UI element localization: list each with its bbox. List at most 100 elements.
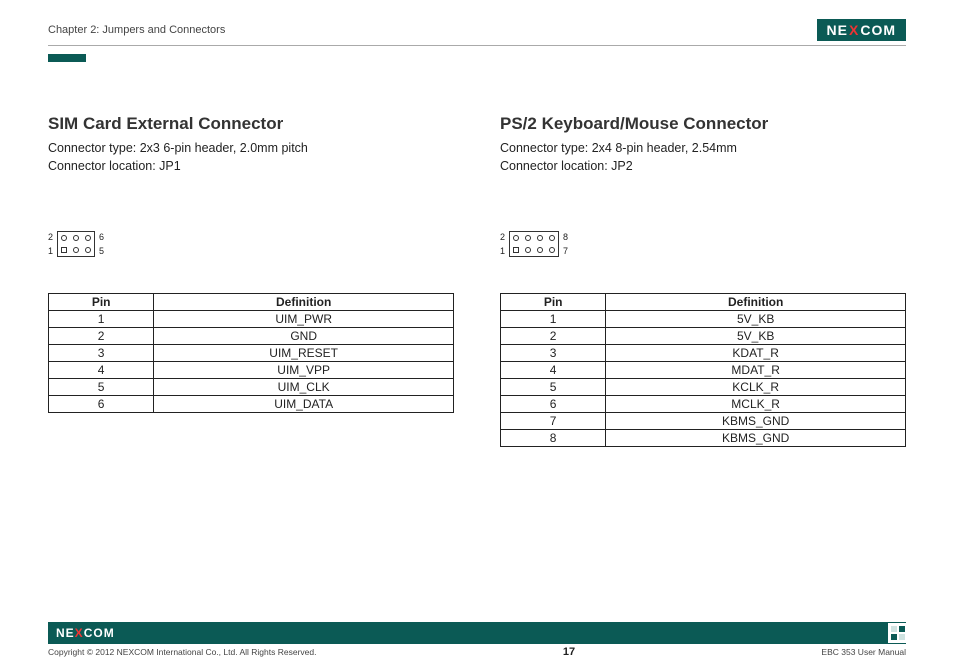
- pin-1-square-icon: [61, 247, 67, 253]
- definition-cell: GND: [154, 328, 454, 345]
- pin-cell: 6: [501, 396, 606, 413]
- logo-post: COM: [84, 626, 115, 640]
- ps2-connector-type: Connector type: 2x4 8-pin header, 2.54mm: [500, 140, 906, 158]
- pin-cell: 4: [49, 362, 154, 379]
- pin-cell: [82, 232, 94, 244]
- ps2-connector-title: PS/2 Keyboard/Mouse Connector: [500, 114, 906, 134]
- definition-cell: KCLK_R: [606, 379, 906, 396]
- sim-connector-title: SIM Card External Connector: [48, 114, 454, 134]
- table-row: 5UIM_CLK: [49, 379, 454, 396]
- table-header-def: Definition: [606, 294, 906, 311]
- pin-circle-icon: [537, 235, 543, 241]
- pin-cell: [522, 244, 534, 256]
- sim-pin-table: Pin Definition 1UIM_PWR2GND3UIM_RESET4UI…: [48, 293, 454, 413]
- chapter-title: Chapter 2: Jumpers and Connectors: [48, 24, 225, 36]
- nexcom-logo: NEXCOM: [817, 19, 906, 41]
- table-header-pin: Pin: [501, 294, 606, 311]
- sim-connector-type: Connector type: 2x3 6-pin header, 2.0mm …: [48, 140, 454, 158]
- diagram-label: 5: [99, 246, 104, 256]
- table-row: 4UIM_VPP: [49, 362, 454, 379]
- pin-cell: 4: [501, 362, 606, 379]
- pin-cell: 1: [501, 311, 606, 328]
- pin-cell: [546, 232, 558, 244]
- diagram-label: 7: [563, 246, 568, 256]
- diagram-label: 8: [563, 232, 568, 242]
- pin-circle-icon: [549, 235, 555, 241]
- pin-circle-icon: [73, 247, 79, 253]
- definition-cell: 5V_KB: [606, 328, 906, 345]
- pin-cell: 2: [49, 328, 154, 345]
- pin-circle-icon: [525, 247, 531, 253]
- footer-decoration: [888, 622, 908, 644]
- definition-cell: 5V_KB: [606, 311, 906, 328]
- diagram-label: 2: [500, 232, 505, 242]
- table-row: 1UIM_PWR: [49, 311, 454, 328]
- pin-cell: [510, 232, 522, 244]
- pin-cell: [70, 232, 82, 244]
- ps2-pin-diagram: 2 1 8 7: [500, 231, 906, 257]
- table-row: 2GND: [49, 328, 454, 345]
- definition-cell: UIM_PWR: [154, 311, 454, 328]
- manual-name: EBC 353 User Manual: [821, 647, 906, 657]
- page-header: Chapter 2: Jumpers and Connectors NEXCOM: [48, 18, 906, 46]
- definition-cell: KDAT_R: [606, 345, 906, 362]
- pin-1-square-icon: [513, 247, 519, 253]
- table-row: 15V_KB: [501, 311, 906, 328]
- pin-cell: [534, 244, 546, 256]
- footer-logo: NEXCOM: [56, 626, 115, 640]
- logo-x: X: [75, 626, 84, 640]
- pin-circle-icon: [549, 247, 555, 253]
- page-number: 17: [563, 646, 575, 658]
- diagram-label: 1: [500, 246, 505, 256]
- definition-cell: MCLK_R: [606, 396, 906, 413]
- table-row: 4MDAT_R: [501, 362, 906, 379]
- pin-cell: 3: [501, 345, 606, 362]
- pin-circle-icon: [61, 235, 67, 241]
- sim-connector-location: Connector location: JP1: [48, 158, 454, 176]
- table-row: 7KBMS_GND: [501, 413, 906, 430]
- pin-cell: [510, 244, 522, 256]
- table-row: 8KBMS_GND: [501, 430, 906, 447]
- pin-cell: [70, 244, 82, 256]
- footer-line: Copyright © 2012 NEXCOM International Co…: [48, 646, 906, 658]
- table-row: 6MCLK_R: [501, 396, 906, 413]
- definition-cell: MDAT_R: [606, 362, 906, 379]
- table-header-def: Definition: [154, 294, 454, 311]
- table-row: 3KDAT_R: [501, 345, 906, 362]
- ps2-connector-location: Connector location: JP2: [500, 158, 906, 176]
- pin-circle-icon: [525, 235, 531, 241]
- pin-cell: 2: [501, 328, 606, 345]
- definition-cell: KBMS_GND: [606, 413, 906, 430]
- pin-circle-icon: [73, 235, 79, 241]
- diagram-label: 2: [48, 232, 53, 242]
- table-row: 25V_KB: [501, 328, 906, 345]
- table-row: 5KCLK_R: [501, 379, 906, 396]
- right-column: PS/2 Keyboard/Mouse Connector Connector …: [500, 114, 906, 447]
- ps2-pin-block: [509, 231, 559, 257]
- pin-cell: [58, 244, 70, 256]
- definition-cell: KBMS_GND: [606, 430, 906, 447]
- pin-cell: 7: [501, 413, 606, 430]
- table-row: 6UIM_DATA: [49, 396, 454, 413]
- top-accent-bar: [48, 54, 86, 62]
- footer-bar: NEXCOM: [48, 622, 906, 644]
- logo-x: X: [849, 22, 859, 38]
- pin-cell: 5: [49, 379, 154, 396]
- pin-circle-icon: [85, 235, 91, 241]
- pin-cell: [522, 232, 534, 244]
- pin-cell: 3: [49, 345, 154, 362]
- pin-circle-icon: [537, 247, 543, 253]
- definition-cell: UIM_DATA: [154, 396, 454, 413]
- definition-cell: UIM_RESET: [154, 345, 454, 362]
- left-column: SIM Card External Connector Connector ty…: [48, 114, 454, 447]
- pin-cell: [546, 244, 558, 256]
- pin-cell: 5: [501, 379, 606, 396]
- sim-pin-block: [57, 231, 95, 257]
- pin-circle-icon: [85, 247, 91, 253]
- definition-cell: UIM_VPP: [154, 362, 454, 379]
- pin-cell: [82, 244, 94, 256]
- logo-pre: NE: [56, 626, 75, 640]
- table-header-pin: Pin: [49, 294, 154, 311]
- ps2-pin-table: Pin Definition 15V_KB25V_KB3KDAT_R4MDAT_…: [500, 293, 906, 447]
- logo-post: COM: [860, 22, 896, 38]
